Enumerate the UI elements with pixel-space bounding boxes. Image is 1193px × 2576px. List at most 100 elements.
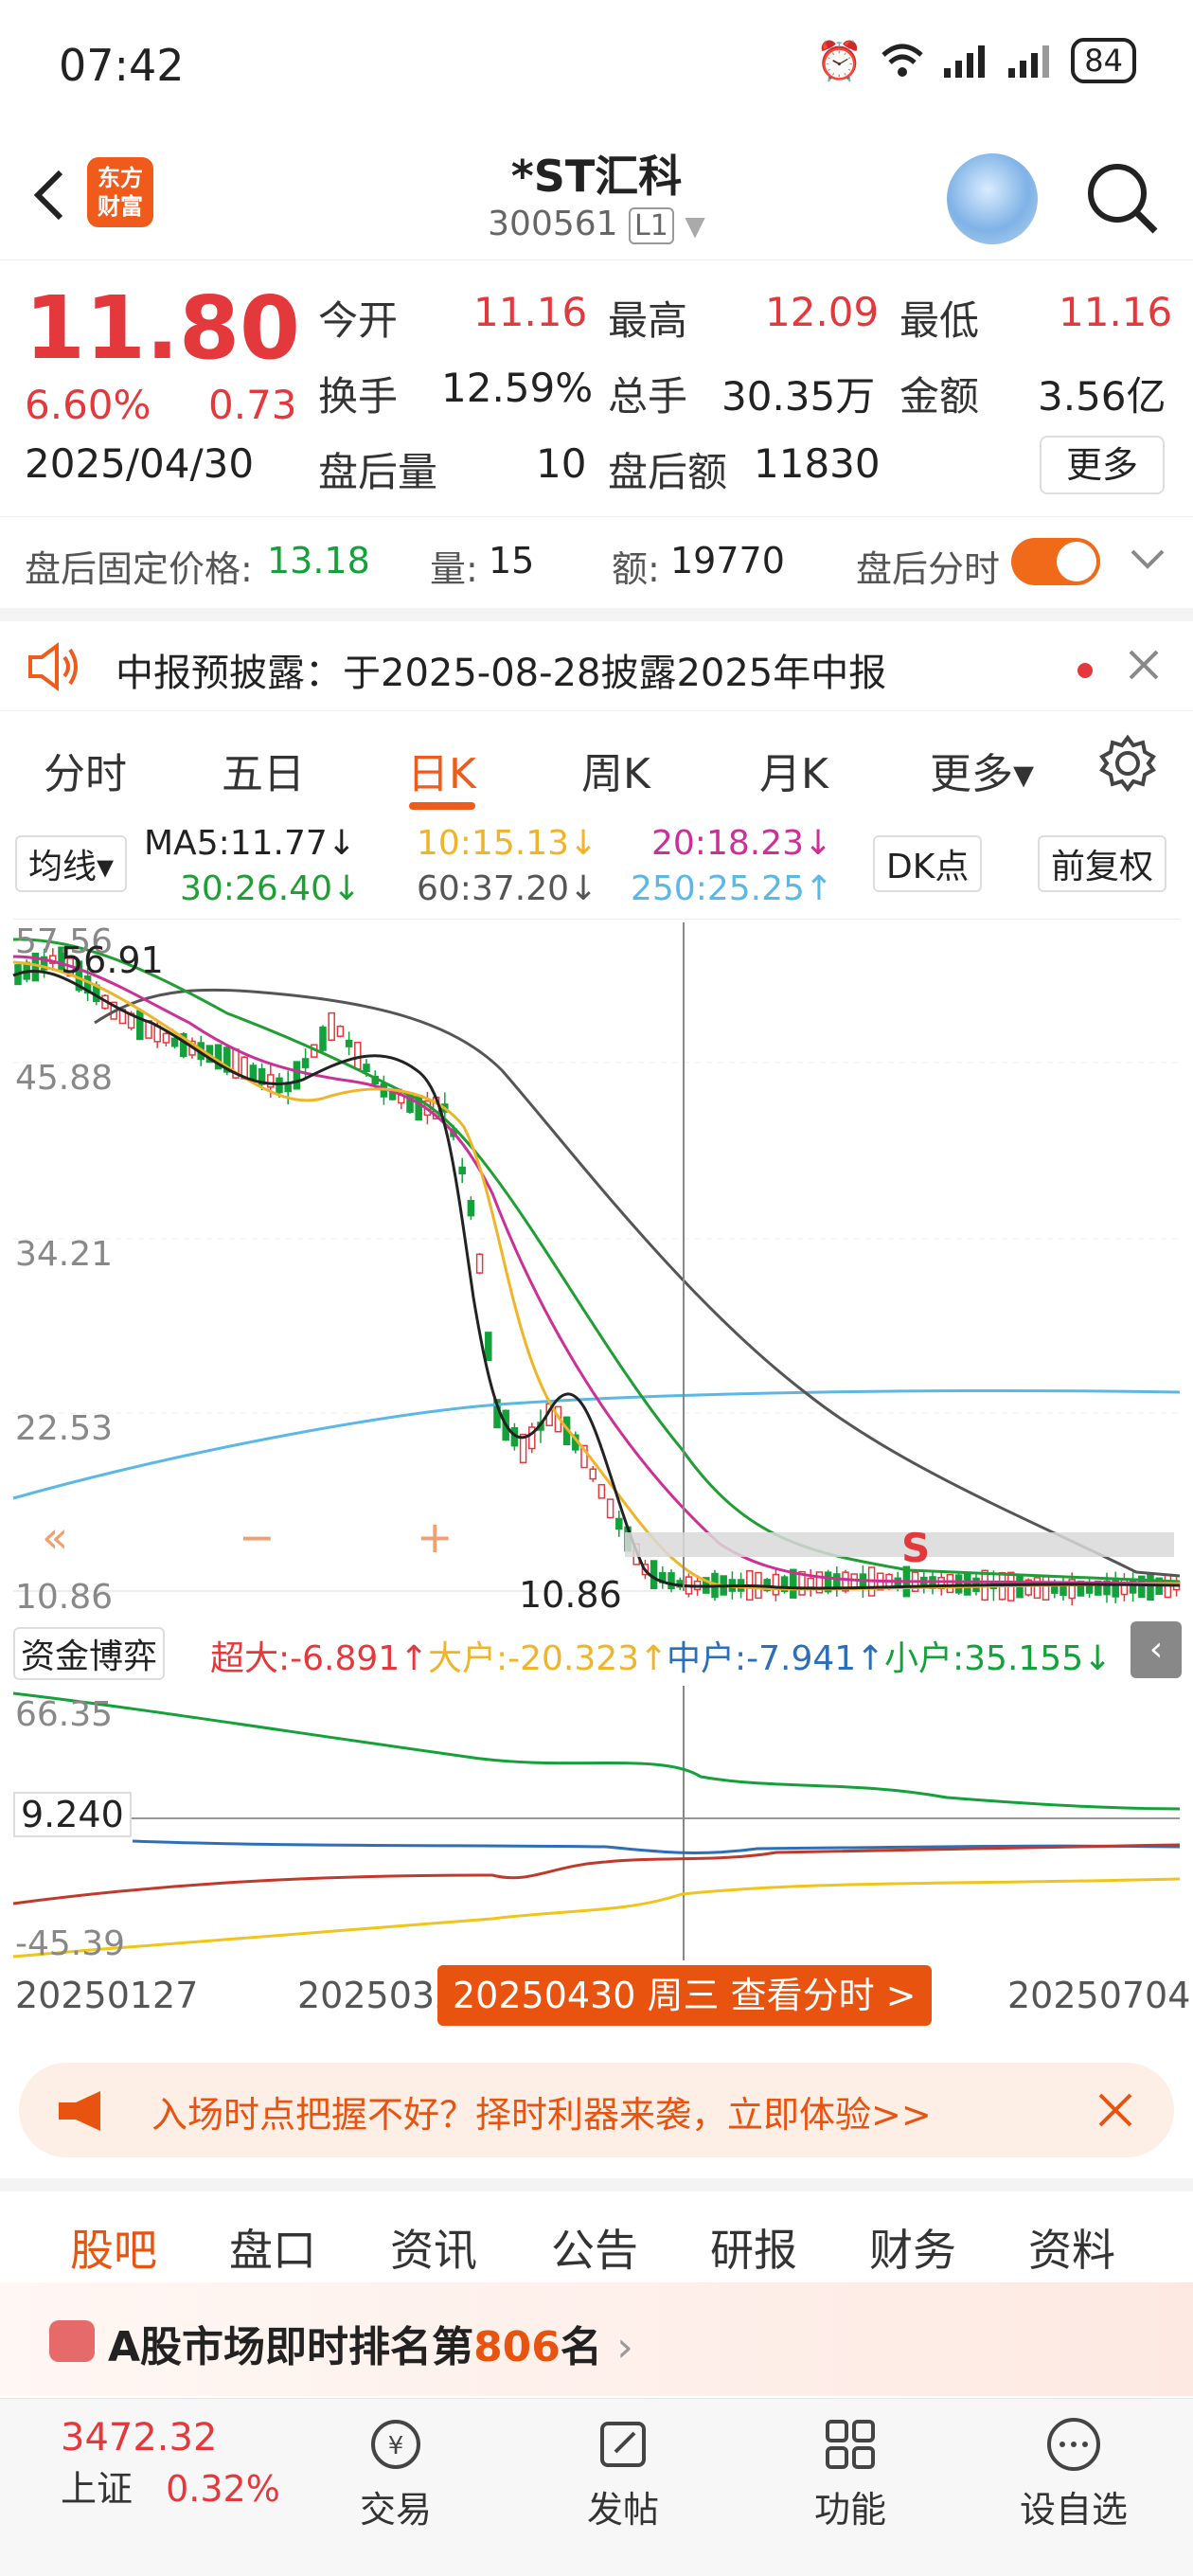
tab-finance[interactable]: 财务: [869, 2216, 956, 2279]
amt-label: 额:: [612, 548, 660, 590]
ma30-label: 30:26.40↓: [180, 869, 362, 908]
tab-weekly-k[interactable]: 周K: [581, 740, 650, 800]
ma20-line: [12, 955, 1181, 1585]
dk-point-button[interactable]: DK点: [873, 835, 983, 892]
zoom-in-icon[interactable]: +: [417, 1512, 454, 1563]
y-label-1: 45.88: [15, 1059, 114, 1098]
svg-text:¥: ¥: [388, 2432, 404, 2460]
level-badge: L1: [629, 207, 674, 244]
candle-body: [650, 1560, 658, 1590]
tab-research[interactable]: 研报: [710, 2216, 797, 2279]
after-vol-value: 10: [536, 440, 587, 487]
low-label: 最低: [899, 297, 980, 344]
tab-pankou[interactable]: 盘口: [229, 2216, 316, 2279]
candle-body: [807, 1577, 814, 1588]
more-dots-icon: [1047, 2418, 1100, 2471]
nav-add-watchlist[interactable]: 设自选: [998, 2414, 1149, 2532]
super-large-line: [12, 1843, 1181, 1905]
open-label: 今开: [318, 297, 399, 344]
market-rank-banner[interactable]: A股市场即时排名第806名 ›: [0, 2282, 1193, 2396]
content-tabs: 股吧 盘口 资讯 公告 研报 财务 资料: [0, 2178, 1193, 2288]
tab-daily-k[interactable]: 日K: [407, 740, 476, 800]
amount-value: 3.56亿: [1038, 373, 1166, 420]
open-value: 11.16: [473, 289, 588, 335]
ma60-line: [94, 988, 1181, 1578]
range-scrollbar[interactable]: [625, 1532, 1174, 1557]
more-button[interactable]: 更多: [1040, 436, 1165, 494]
candle-body: [1042, 1576, 1050, 1601]
gear-icon[interactable]: [1098, 734, 1157, 793]
ad-text: 入场时点把握不好？择时利器来袭，立即体验>>: [151, 2094, 932, 2136]
index-percent: 0.32%: [166, 2468, 280, 2510]
ma60-label: 60:37.20↓: [417, 869, 598, 908]
tab-five-day[interactable]: 五日: [222, 740, 305, 800]
ma250-line: [12, 1389, 1181, 1500]
candle-body: [136, 1010, 144, 1041]
tab-more[interactable]: 更多▾: [930, 740, 1034, 800]
kline-svg: [12, 918, 1181, 1606]
tab-announcement[interactable]: 公告: [551, 2216, 638, 2279]
tab-timeshare[interactable]: 分时: [44, 740, 127, 800]
candle-body: [170, 1037, 179, 1047]
candle-body: [954, 1574, 963, 1594]
ad-banner[interactable]: 入场时点把握不好？择时利器来袭，立即体验>>: [19, 2063, 1174, 2157]
indicator-selector[interactable]: 均线▾: [15, 835, 128, 892]
nav-functions[interactable]: 功能: [775, 2414, 926, 2532]
candle-body: [589, 1468, 596, 1480]
candle-body: [293, 1061, 301, 1090]
candle-body: [1033, 1577, 1042, 1600]
candle-body: [345, 1039, 353, 1047]
adjust-button[interactable]: 前复权: [1038, 835, 1167, 892]
high-value: 12.09: [765, 289, 880, 335]
signal-icon: [944, 45, 986, 78]
stock-header: 东方财富 *ST汇科 300561 L1 ▼: [0, 133, 1193, 260]
candle-body: [597, 1483, 606, 1499]
signal-icon-2: [1008, 45, 1050, 78]
tab-guba[interactable]: 股吧: [70, 2216, 157, 2279]
candle-body: [1112, 1577, 1119, 1598]
notice-text: 中报预披露：于2025-08-28披露2025年中报: [116, 652, 887, 695]
candle-body: [354, 1042, 362, 1070]
collapse-icon[interactable]: ‹: [1131, 1621, 1182, 1678]
status-bar: 07:42 ⏰ 84: [0, 0, 1193, 133]
tab-news[interactable]: 资讯: [390, 2216, 477, 2279]
ai-assistant-avatar[interactable]: [947, 153, 1038, 244]
candle-body: [485, 1332, 492, 1362]
unread-dot: [1077, 663, 1093, 678]
close-icon[interactable]: [1096, 2091, 1134, 2129]
chevron-down-icon[interactable]: [1129, 546, 1166, 574]
fund-svg: [12, 1686, 1181, 1960]
candle-body: [467, 1200, 475, 1217]
tab-profile[interactable]: 资料: [1028, 2216, 1115, 2279]
index-name: 上证: [61, 2468, 134, 2510]
candle-body: [336, 1026, 345, 1037]
medium-label: 中户:-7.941↑: [667, 1639, 885, 1678]
fund-selector[interactable]: 资金博弈: [13, 1627, 166, 1680]
zoom-left-icon[interactable]: «: [42, 1512, 68, 1563]
nav-trade[interactable]: ¥ 交易: [320, 2414, 472, 2532]
index-quote[interactable]: 3472.32 上证 0.32%: [61, 2416, 280, 2512]
tab-monthly-k[interactable]: 月K: [759, 740, 828, 800]
close-icon[interactable]: [1127, 648, 1161, 682]
date-axis: 20250127 2025032 20250430 周三 查看分时 > 2025…: [0, 1965, 1193, 2041]
grid-icon: [826, 2420, 875, 2469]
nav-post[interactable]: 发帖: [547, 2414, 699, 2532]
kline-chart[interactable]: 57.56 56.91 45.88 34.21 22.53 10.86 10.8…: [0, 918, 1193, 1619]
view-timeshare-button[interactable]: 20250430 周三 查看分时 >: [437, 1965, 932, 2026]
after-amt-value: 11830: [754, 440, 881, 487]
after-hours-toggle[interactable]: [1011, 538, 1100, 585]
search-icon[interactable]: [1079, 155, 1165, 241]
turnover-value: 12.59%: [441, 365, 594, 411]
battery-icon: 84: [1071, 38, 1136, 83]
date-end: 20250704: [1007, 1975, 1191, 2016]
low-value: 11.16: [1059, 289, 1173, 335]
trade-icon: ¥: [371, 2420, 420, 2469]
fund-y-top: 66.35: [15, 1695, 114, 1734]
ma10-label: 10:15.13↓: [417, 824, 598, 863]
candle-body: [363, 1064, 370, 1073]
notice-bar[interactable]: 中报预披露：于2025-08-28披露2025年中报: [0, 608, 1193, 703]
zoom-out-icon[interactable]: −: [239, 1512, 276, 1563]
candle-body: [946, 1573, 954, 1594]
after-vol-label: 盘后量: [318, 449, 438, 495]
index-value: 3472.32: [61, 2416, 218, 2460]
